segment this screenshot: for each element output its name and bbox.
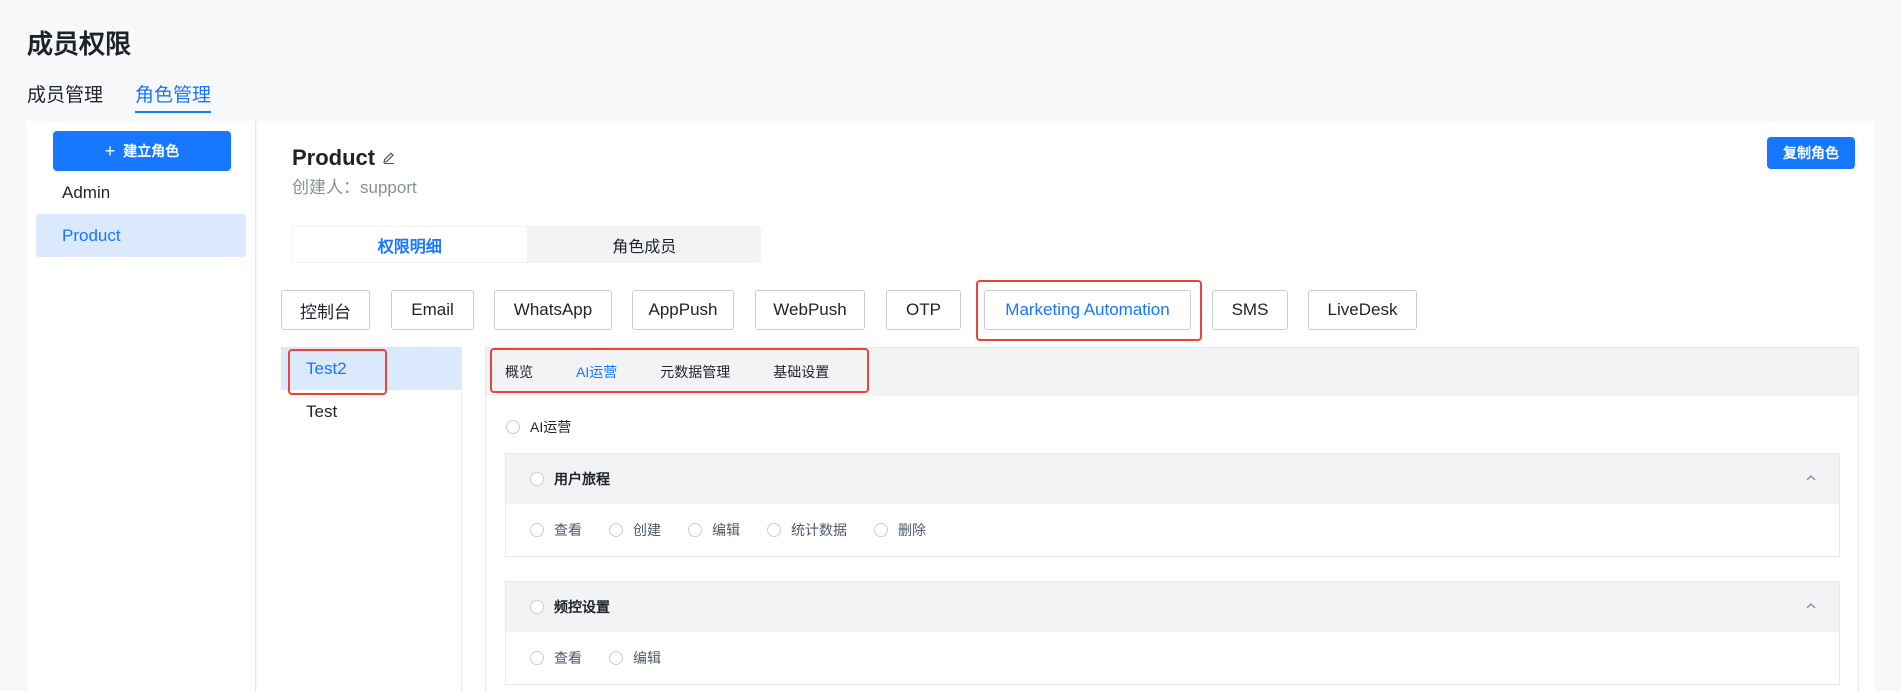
option-create[interactable]: 创建 [609, 520, 661, 540]
chevron-up-icon[interactable] [1805, 473, 1817, 483]
group-title: 用户旅程 [554, 471, 610, 487]
group-header[interactable]: 频控设置 [506, 582, 1839, 632]
channel-chip-livedesk[interactable]: LiveDesk [1308, 290, 1417, 330]
option-label: 编辑 [712, 522, 740, 538]
chevron-up-icon[interactable] [1805, 601, 1817, 611]
checkbox[interactable] [767, 523, 781, 537]
checkbox[interactable] [609, 523, 623, 537]
top-tabs: 成员管理 角色管理 [27, 80, 243, 113]
checkbox[interactable] [530, 523, 544, 537]
role-item-label: Admin [62, 182, 111, 202]
option-label: 创建 [633, 522, 661, 538]
channel-chip-sms[interactable]: SMS [1212, 290, 1288, 330]
tab-role-management[interactable]: 角色管理 [135, 80, 212, 113]
automation-list: Test2 Test [281, 347, 462, 691]
option-label: 删除 [898, 522, 926, 538]
channel-chip-whatsapp[interactable]: WhatsApp [494, 290, 612, 330]
option-label: 查看 [554, 522, 582, 538]
tab-member-management[interactable]: 成员管理 [27, 80, 103, 113]
permission-tabs: 概览 AI运营 元数据管理 基础设置 [486, 348, 1858, 396]
permission-panel: 概览 AI运营 元数据管理 基础设置 AI运营 用户旅程 查看 创建 编辑 统计… [485, 347, 1859, 691]
tab-role-members[interactable]: 角色成员 [528, 226, 762, 263]
option-statistics[interactable]: 统计数据 [767, 520, 847, 540]
option-view[interactable]: 查看 [530, 648, 582, 668]
copy-role-button[interactable]: 复制角色 [1767, 137, 1855, 169]
checkbox[interactable] [874, 523, 888, 537]
role-item-label: Product [62, 225, 121, 245]
detail-segment: 权限明细 角色成员 [292, 226, 761, 263]
checkbox[interactable] [530, 651, 544, 665]
tab-permission-details[interactable]: 权限明细 [292, 226, 528, 263]
channel-chip-webpush[interactable]: WebPush [755, 290, 865, 330]
section-checkbox-ai-operation[interactable]: AI运营 [506, 417, 571, 437]
option-label: 编辑 [633, 650, 661, 666]
role-detail-panel: Product 创建人：support 复制角色 权限明细 角色成员 控制台 E… [257, 121, 1874, 691]
option-delete[interactable]: 删除 [874, 520, 926, 540]
group-title: 频控设置 [554, 599, 610, 615]
channel-chip-otp[interactable]: OTP [886, 290, 961, 330]
role-name: Product [292, 145, 376, 170]
permission-group-user-journey: 用户旅程 查看 创建 编辑 统计数据 删除 [505, 453, 1840, 557]
channel-chip-marketing-automation[interactable]: Marketing Automation [984, 290, 1191, 330]
plus-icon: + [104, 141, 116, 161]
checkbox[interactable] [506, 420, 520, 434]
perm-tab-overview[interactable]: 概览 [505, 362, 533, 382]
automation-item-test2[interactable]: Test2 [281, 347, 462, 390]
perm-tab-metadata[interactable]: 元数据管理 [660, 362, 730, 382]
add-role-label: 建立角色 [123, 143, 180, 159]
role-creator: 创建人：support [292, 178, 417, 197]
group-checkbox[interactable]: 用户旅程 [530, 469, 610, 489]
channel-chip-email[interactable]: Email [391, 290, 474, 330]
role-name-heading: Product [292, 145, 396, 171]
channel-chip-console[interactable]: 控制台 [281, 290, 370, 330]
role-sidebar: + 建立角色 Admin Product [27, 121, 256, 691]
automation-item-label: Test [306, 401, 338, 421]
channel-chip-apppush[interactable]: AppPush [632, 290, 734, 330]
option-edit[interactable]: 编辑 [609, 648, 661, 668]
option-label: 查看 [554, 650, 582, 666]
checkbox[interactable] [688, 523, 702, 537]
page-title: 成员权限 [27, 29, 132, 59]
group-header[interactable]: 用户旅程 [506, 454, 1839, 504]
group-checkbox[interactable]: 频控设置 [530, 597, 610, 617]
group-options: 查看 编辑 [506, 632, 1839, 684]
group-options: 查看 创建 编辑 统计数据 删除 [506, 504, 1839, 556]
add-role-button[interactable]: + 建立角色 [53, 131, 231, 171]
perm-tab-ai-operation[interactable]: AI运营 [576, 362, 617, 382]
perm-tab-basic-settings[interactable]: 基础设置 [773, 362, 829, 382]
edit-icon[interactable] [382, 151, 396, 165]
role-item-admin[interactable]: Admin [36, 171, 246, 214]
option-label: 统计数据 [791, 522, 847, 538]
automation-item-test[interactable]: Test [281, 390, 462, 433]
checkbox[interactable] [609, 651, 623, 665]
checkbox[interactable] [530, 600, 544, 614]
checkbox[interactable] [530, 472, 544, 486]
option-view[interactable]: 查看 [530, 520, 582, 540]
permission-group-frequency-control: 频控设置 查看 编辑 [505, 581, 1840, 685]
section-label: AI运营 [530, 419, 572, 435]
automation-item-label: Test2 [306, 358, 347, 378]
role-item-product[interactable]: Product [36, 214, 246, 257]
option-edit[interactable]: 编辑 [688, 520, 740, 540]
